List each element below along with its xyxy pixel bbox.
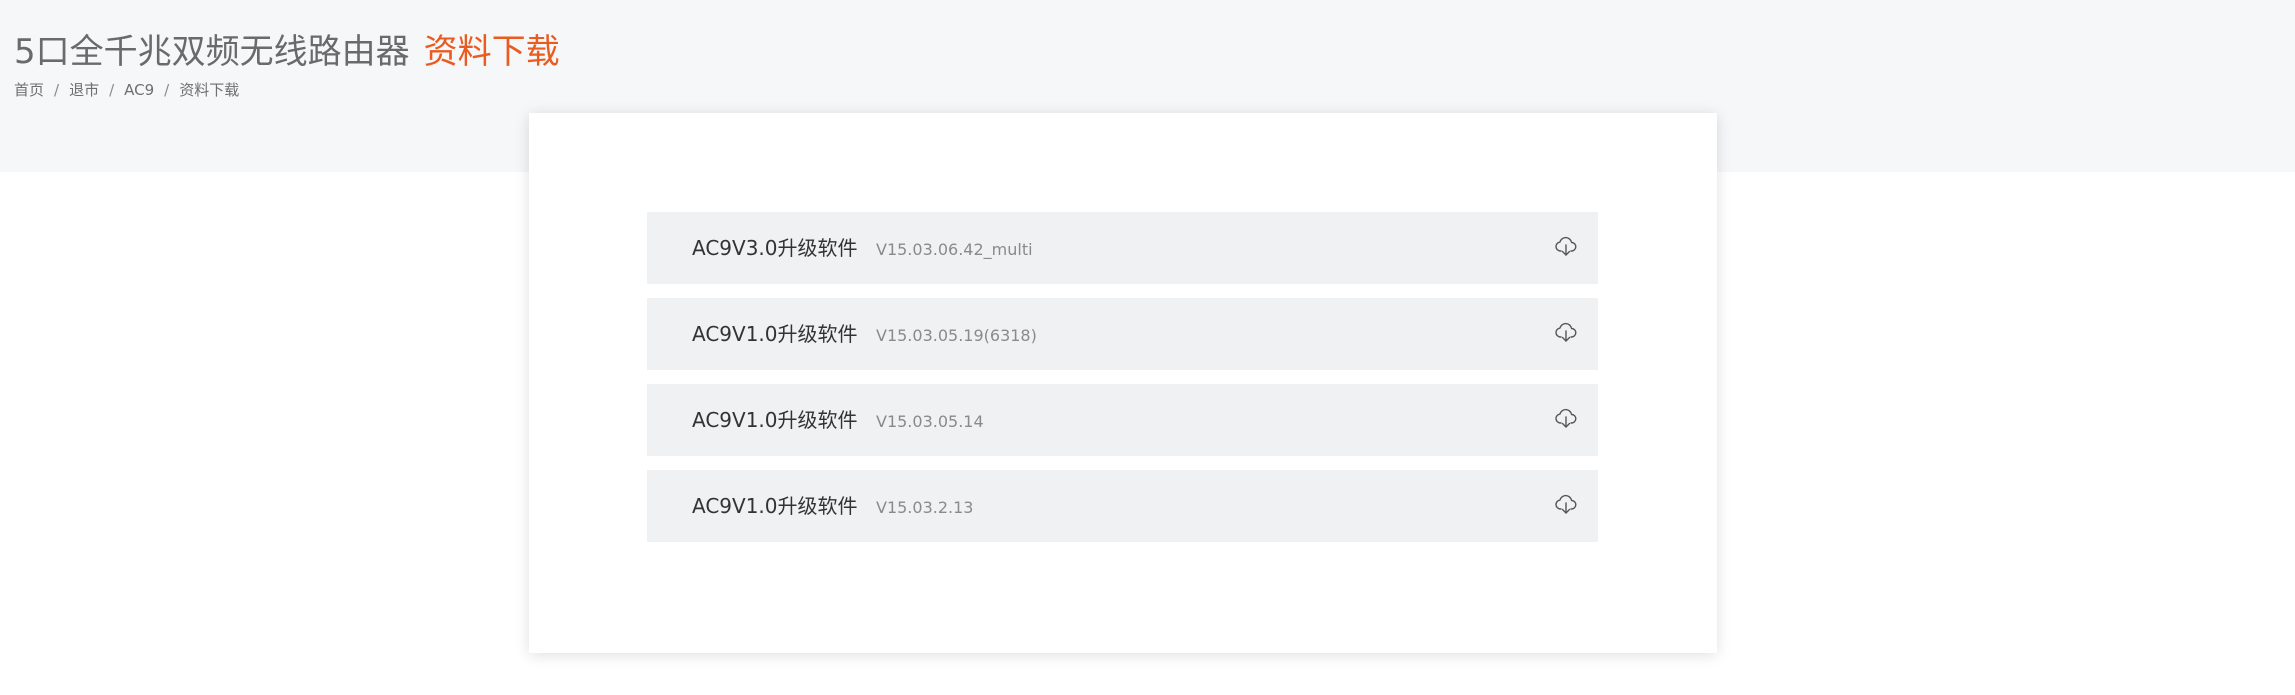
download-item[interactable]: AC9V1.0升级软件 V15.03.2.13: [647, 470, 1598, 542]
download-item-version: V15.03.06.42_multi: [876, 240, 1033, 259]
download-item-name: AC9V1.0升级软件: [692, 408, 858, 432]
download-item[interactable]: AC9V3.0升级软件 V15.03.06.42_multi: [647, 212, 1598, 284]
download-item-version: V15.03.05.14: [876, 412, 984, 431]
download-item-name: AC9V1.0升级软件: [692, 322, 858, 346]
download-item-name: AC9V3.0升级软件: [692, 236, 858, 260]
page-subtitle: 资料下载: [423, 32, 560, 72]
page-title: 5口全千兆双频无线路由器 资料下载: [14, 28, 560, 76]
breadcrumb-home-link[interactable]: 首页: [14, 81, 44, 99]
breadcrumb-discontinued-link[interactable]: 退市: [69, 81, 99, 99]
download-item-name: AC9V1.0升级软件: [692, 494, 858, 518]
downloads-card: AC9V3.0升级软件 V15.03.06.42_multi AC9V1.0升级…: [529, 113, 1717, 653]
download-item-version: V15.03.2.13: [876, 498, 974, 517]
product-title: 5口全千兆双频无线路由器: [14, 32, 410, 72]
breadcrumb-separator: /: [109, 81, 115, 99]
download-item-version: V15.03.05.19(6318): [876, 326, 1037, 345]
download-list: AC9V3.0升级软件 V15.03.06.42_multi AC9V1.0升级…: [647, 212, 1598, 542]
breadcrumb-separator: /: [164, 81, 170, 99]
breadcrumb-separator: /: [54, 81, 60, 99]
cloud-download-icon[interactable]: [1554, 492, 1578, 516]
breadcrumb: 首页 / 退市 / AC9 / 资料下载: [14, 80, 239, 100]
cloud-download-icon[interactable]: [1554, 320, 1578, 344]
breadcrumb-product-link[interactable]: AC9: [124, 81, 154, 99]
download-item[interactable]: AC9V1.0升级软件 V15.03.05.14: [647, 384, 1598, 456]
download-item[interactable]: AC9V1.0升级软件 V15.03.05.19(6318): [647, 298, 1598, 370]
cloud-download-icon[interactable]: [1554, 234, 1578, 258]
cloud-download-icon[interactable]: [1554, 406, 1578, 430]
breadcrumb-current: 资料下载: [179, 81, 240, 99]
